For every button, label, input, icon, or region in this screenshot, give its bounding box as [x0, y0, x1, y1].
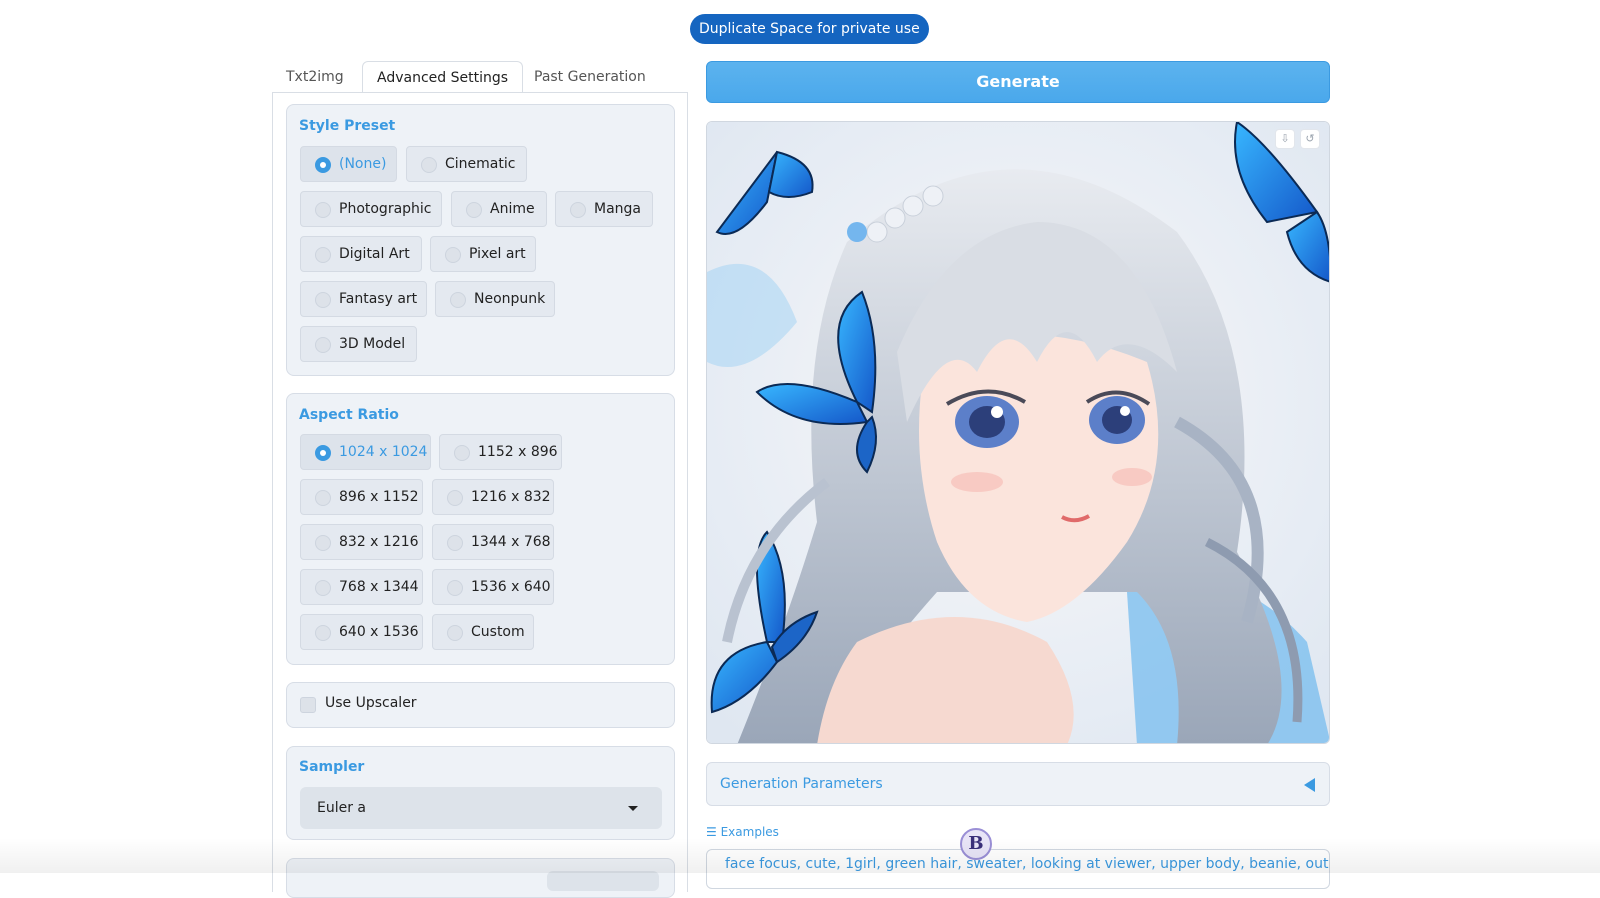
style-preset-title: Style Preset — [299, 118, 396, 134]
chevron-down-icon — [628, 806, 638, 811]
radio-icon — [447, 625, 463, 641]
style-option-label: Neonpunk — [474, 291, 546, 307]
radio-icon — [450, 292, 466, 308]
aspect-option-832x1216[interactable]: 832 x 1216 — [300, 524, 423, 560]
style-option-label: 3D Model — [339, 336, 406, 352]
number-input[interactable] — [547, 871, 659, 891]
aspect-option-1152x896[interactable]: 1152 x 896 — [439, 434, 562, 470]
radio-icon — [315, 337, 331, 353]
style-option-none[interactable]: (None) — [300, 146, 397, 182]
aspect-option-768x1344[interactable]: 768 x 1344 — [300, 569, 423, 605]
examples-header: ☰ Examples — [706, 825, 779, 839]
radio-icon — [570, 202, 586, 218]
radio-selected-icon — [315, 445, 331, 461]
radio-icon — [315, 247, 331, 263]
aspect-option-label: 1024 x 1024 — [339, 444, 428, 460]
aspect-option-label: 1152 x 896 — [478, 444, 558, 460]
generated-anime-illustration — [707, 122, 1329, 743]
style-option-label: Manga — [594, 201, 641, 217]
style-option-pixel-art[interactable]: Pixel art — [430, 236, 536, 272]
tab-advanced-settings[interactable]: Advanced Settings — [362, 61, 524, 93]
style-option-3d-model[interactable]: 3D Model — [300, 326, 417, 362]
aspect-option-640x1536[interactable]: 640 x 1536 — [300, 614, 423, 650]
generation-parameters-accordion[interactable]: Generation Parameters — [706, 762, 1330, 806]
aspect-option-label: 1216 x 832 — [471, 489, 551, 505]
aspect-option-1024x1024[interactable]: 1024 x 1024 — [300, 434, 431, 470]
aspect-option-1344x768[interactable]: 1344 x 768 — [432, 524, 554, 560]
collapse-triangle-icon — [1304, 778, 1315, 792]
share-icon[interactable]: ↺ — [1300, 129, 1320, 149]
radio-icon — [447, 580, 463, 596]
radio-icon — [454, 445, 470, 461]
style-option-photographic[interactable]: Photographic — [300, 191, 442, 227]
radio-icon — [466, 202, 482, 218]
generation-parameters-label: Generation Parameters — [720, 776, 883, 792]
style-option-digital-art[interactable]: Digital Art — [300, 236, 422, 272]
style-option-label: Pixel art — [469, 246, 526, 262]
aspect-option-896x1152[interactable]: 896 x 1152 — [300, 479, 423, 515]
tab-bar: Txt2img Advanced Settings Past Generatio… — [272, 61, 688, 93]
example-prompt[interactable]: face focus, cute, 1girl, green hair, swe… — [706, 849, 1330, 889]
style-option-fantasy-art[interactable]: Fantasy art — [300, 281, 427, 317]
style-option-label: Fantasy art — [339, 291, 418, 307]
radio-icon — [445, 247, 461, 263]
sampler-title: Sampler — [299, 759, 365, 775]
aspect-option-label: 1344 x 768 — [471, 534, 551, 550]
aspect-option-1536x640[interactable]: 1536 x 640 — [432, 569, 554, 605]
radio-icon — [447, 535, 463, 551]
upscaler-group: Use Upscaler — [286, 682, 675, 728]
tab-txt2img[interactable]: Txt2img — [272, 61, 358, 93]
style-option-label: Photographic — [339, 201, 432, 217]
sampler-value: Euler a — [317, 800, 367, 816]
style-option-anime[interactable]: Anime — [451, 191, 547, 227]
radio-icon — [315, 292, 331, 308]
radio-icon — [315, 202, 331, 218]
style-option-label: Cinematic — [445, 156, 516, 172]
list-icon: ☰ — [706, 825, 717, 839]
style-option-neonpunk[interactable]: Neonpunk — [435, 281, 555, 317]
next-settings-group — [286, 858, 675, 898]
aspect-option-label: 768 x 1344 — [339, 579, 419, 595]
radio-icon — [315, 580, 331, 596]
tab-past-generation[interactable]: Past Generation — [520, 61, 660, 93]
b-badge-icon[interactable]: B — [960, 828, 992, 860]
style-option-label: Anime — [490, 201, 535, 217]
duplicate-space-button[interactable]: Duplicate Space for private use — [690, 14, 929, 44]
output-image: ⇩ ↺ — [706, 121, 1330, 744]
aspect-option-label: Custom — [471, 624, 525, 640]
style-option-manga[interactable]: Manga — [555, 191, 653, 227]
style-preset-group: Style Preset (None) Cinematic Photograph… — [286, 104, 675, 376]
radio-icon — [421, 157, 437, 173]
use-upscaler-checkbox[interactable] — [300, 697, 316, 713]
sampler-select[interactable]: Euler a — [300, 787, 662, 829]
radio-icon — [315, 625, 331, 641]
sampler-group: Sampler Euler a — [286, 746, 675, 840]
aspect-option-label: 640 x 1536 — [339, 624, 419, 640]
aspect-option-label: 896 x 1152 — [339, 489, 419, 505]
radio-icon — [315, 535, 331, 551]
aspect-option-custom[interactable]: Custom — [432, 614, 534, 650]
generate-button[interactable]: Generate — [706, 61, 1330, 103]
style-option-label: Digital Art — [339, 246, 410, 262]
radio-selected-icon — [315, 157, 331, 173]
aspect-option-1216x832[interactable]: 1216 x 832 — [432, 479, 554, 515]
aspect-option-label: 832 x 1216 — [339, 534, 419, 550]
aspect-ratio-group: Aspect Ratio 1024 x 1024 1152 x 896 896 … — [286, 393, 675, 665]
examples-label: Examples — [720, 825, 779, 839]
style-option-cinematic[interactable]: Cinematic — [406, 146, 527, 182]
radio-icon — [315, 490, 331, 506]
use-upscaler-label[interactable]: Use Upscaler — [325, 695, 417, 711]
download-icon[interactable]: ⇩ — [1275, 129, 1295, 149]
aspect-option-label: 1536 x 640 — [471, 579, 551, 595]
style-option-label: (None) — [339, 156, 387, 172]
aspect-ratio-title: Aspect Ratio — [299, 407, 399, 423]
radio-icon — [447, 490, 463, 506]
